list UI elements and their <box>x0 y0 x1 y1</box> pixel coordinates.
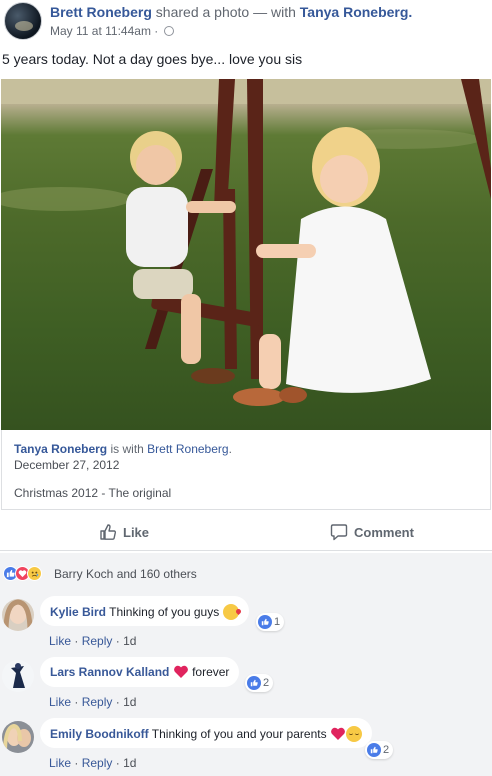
comment-reply-link[interactable]: Reply <box>82 695 113 709</box>
comment-reaction-count[interactable]: 1 <box>256 613 285 631</box>
post-header-line: Brett Roneberg shared a photo — with Tan… <box>50 4 412 20</box>
photo-illustration <box>1 79 491 406</box>
shared-date[interactable]: December 27, 2012 <box>14 458 119 472</box>
post-photo[interactable] <box>1 79 491 430</box>
comment-reaction-count[interactable]: 2 <box>245 674 274 692</box>
comment-author-link[interactable]: Emily Boodnikoff <box>50 727 149 741</box>
post-action-text: shared a photo — with <box>155 4 296 20</box>
like-button[interactable]: Like <box>99 523 149 541</box>
comments-section: Kylie Bird Thinking of you guys 1 Like ·… <box>0 593 492 776</box>
post-header: Brett Roneberg shared a photo — with Tan… <box>0 0 492 46</box>
post-actions-bar: Like Comment <box>0 515 492 551</box>
comment-item: Kylie Bird Thinking of you guys 1 Like ·… <box>0 593 492 654</box>
relieved-emoji-icon <box>345 726 362 742</box>
comment-reply-link[interactable]: Reply <box>82 756 113 770</box>
shared-with-text: is with <box>110 442 144 456</box>
comment-bubble: Kylie Bird Thinking of you guys <box>40 596 249 626</box>
reaction-icons[interactable] <box>3 566 42 581</box>
shared-period: . <box>228 442 232 456</box>
comment-text: Thinking of you and your parents <box>151 727 327 741</box>
comment-button[interactable]: Comment <box>330 523 414 541</box>
comment-like-link[interactable]: Like <box>49 695 71 709</box>
comment-like-count: 1 <box>274 616 281 628</box>
comment-label: Comment <box>354 524 414 540</box>
post-text: 5 years today. Not a day goes bye... lov… <box>2 51 303 67</box>
thumbs-up-icon <box>100 524 117 540</box>
comment-like-link[interactable]: Like <box>49 634 71 648</box>
shared-card-byline: Tanya Roneberg is with Brett Roneberg. <box>14 442 232 456</box>
shared-caption: Christmas 2012 - The original <box>14 486 172 500</box>
meta-separator: · <box>154 24 159 38</box>
comment-author-link[interactable]: Lars Rannov Kalland <box>50 665 169 679</box>
reaction-summary-text[interactable]: Barry Koch and 160 others <box>54 567 197 581</box>
like-reaction-icon <box>258 615 272 629</box>
author-name-link[interactable]: Brett Roneberg <box>50 4 152 20</box>
meta-separator: · <box>74 634 79 648</box>
comment-bubble: Lars Rannov Kalland forever <box>40 657 240 687</box>
comment-like-count: 2 <box>263 677 270 689</box>
kiss-emoji-icon <box>222 604 239 620</box>
meta-separator: · <box>115 756 120 770</box>
post-timestamp[interactable]: May 11 at 11:44am <box>50 24 151 38</box>
comment-text: Thinking of you guys <box>109 605 220 619</box>
post-meta: May 11 at 11:44am · <box>50 24 174 38</box>
like-reaction-icon <box>367 743 381 757</box>
comment-age[interactable]: 1d <box>123 756 136 770</box>
comment-like-count: 2 <box>383 744 390 756</box>
globe-icon[interactable] <box>163 26 174 36</box>
reactions-summary: Barry Koch and 160 others <box>0 553 492 593</box>
like-reaction-icon <box>247 676 261 690</box>
shared-photo-card: Tanya Roneberg is with Brett Roneberg. D… <box>1 430 491 510</box>
comment-item: Lars Rannov Kalland forever 2 Like · Rep… <box>0 654 492 715</box>
meta-separator: · <box>74 695 79 709</box>
commenter-avatar[interactable] <box>2 721 34 753</box>
meta-separator: · <box>74 756 79 770</box>
comment-meta: Like · Reply · 1d <box>49 695 136 709</box>
comment-item: Emily Boodnikoff Thinking of you and you… <box>0 715 492 776</box>
sad-reaction-icon <box>27 566 42 581</box>
meta-separator: · <box>115 695 120 709</box>
tagged-name-link[interactable]: Tanya Roneberg. <box>300 4 413 20</box>
shared-with-link[interactable]: Brett Roneberg <box>147 442 228 456</box>
meta-separator: · <box>115 634 120 648</box>
comment-age[interactable]: 1d <box>123 634 136 648</box>
comment-meta: Like · Reply · 1d <box>49 634 136 648</box>
heart-icon <box>173 665 188 678</box>
comment-meta: Like · Reply · 1d <box>49 756 136 770</box>
like-label: Like <box>123 524 150 540</box>
comment-author-link[interactable]: Kylie Bird <box>50 605 106 619</box>
comment-text: forever <box>192 665 230 679</box>
heart-icon <box>331 727 345 740</box>
shared-author-link[interactable]: Tanya Roneberg <box>14 442 107 456</box>
commenter-avatar[interactable] <box>2 660 34 692</box>
comment-age[interactable]: 1d <box>123 695 136 709</box>
comment-bubble: Emily Boodnikoff Thinking of you and you… <box>40 718 372 748</box>
comment-icon <box>330 524 348 541</box>
comment-reply-link[interactable]: Reply <box>82 634 113 648</box>
comment-reaction-count[interactable]: 2 <box>365 741 394 759</box>
commenter-avatar[interactable] <box>2 599 34 631</box>
author-avatar[interactable] <box>4 2 42 40</box>
comment-like-link[interactable]: Like <box>49 756 71 770</box>
